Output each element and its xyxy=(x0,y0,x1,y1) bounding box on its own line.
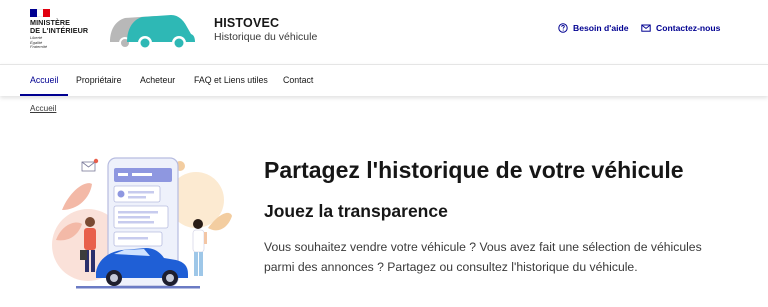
hero-illustration xyxy=(52,157,232,289)
mail-icon xyxy=(641,23,651,33)
site-title[interactable]: HISTOVEC xyxy=(214,16,279,30)
nav-item-acheteur[interactable]: Acheteur xyxy=(140,65,175,96)
breadcrumb: Accueil xyxy=(30,104,56,113)
hero-subtitle: Jouez la transparence xyxy=(264,201,448,221)
motto-fraternite: Fraternité xyxy=(30,44,48,50)
histovec-car-logo-icon[interactable] xyxy=(105,6,195,52)
hero-description: Vous souhaitez vendre votre véhicule ? V… xyxy=(264,240,702,274)
nav-item-proprietaire[interactable]: Propriétaire xyxy=(76,65,121,96)
ministry-block[interactable]: MINISTÈRE DE L'INTÉRIEUR Liberté Égalité… xyxy=(30,9,90,57)
nav-item-faq[interactable]: FAQ et Liens utiles xyxy=(194,65,268,96)
help-link[interactable]: Besoin d'aide xyxy=(558,23,629,33)
ministry-name: MINISTÈRE DE L'INTÉRIEUR xyxy=(30,19,90,34)
help-link-label: Besoin d'aide xyxy=(573,23,629,33)
contact-link-label: Contactez-nous xyxy=(656,23,721,33)
nav-item-contact[interactable]: Contact xyxy=(283,65,313,96)
breadcrumb-current[interactable]: Accueil xyxy=(30,104,56,113)
nav-item-accueil[interactable]: Accueil xyxy=(19,65,69,96)
hero-title: Partagez l'historique de votre véhicule xyxy=(264,157,684,183)
motto: Liberté Égalité Fraternité xyxy=(30,36,90,50)
french-flag-icon xyxy=(30,9,51,17)
question-circle-icon xyxy=(558,23,568,33)
header: MINISTÈRE DE L'INTÉRIEUR Liberté Égalité… xyxy=(0,0,768,64)
contact-link[interactable]: Contactez-nous xyxy=(641,23,720,33)
ministry-line-2: DE L'INTÉRIEUR xyxy=(30,25,89,35)
site-subtitle: Historique du véhicule xyxy=(214,31,318,43)
main-navigation: Accueil Propriétaire Acheteur FAQ et Lie… xyxy=(0,64,768,96)
